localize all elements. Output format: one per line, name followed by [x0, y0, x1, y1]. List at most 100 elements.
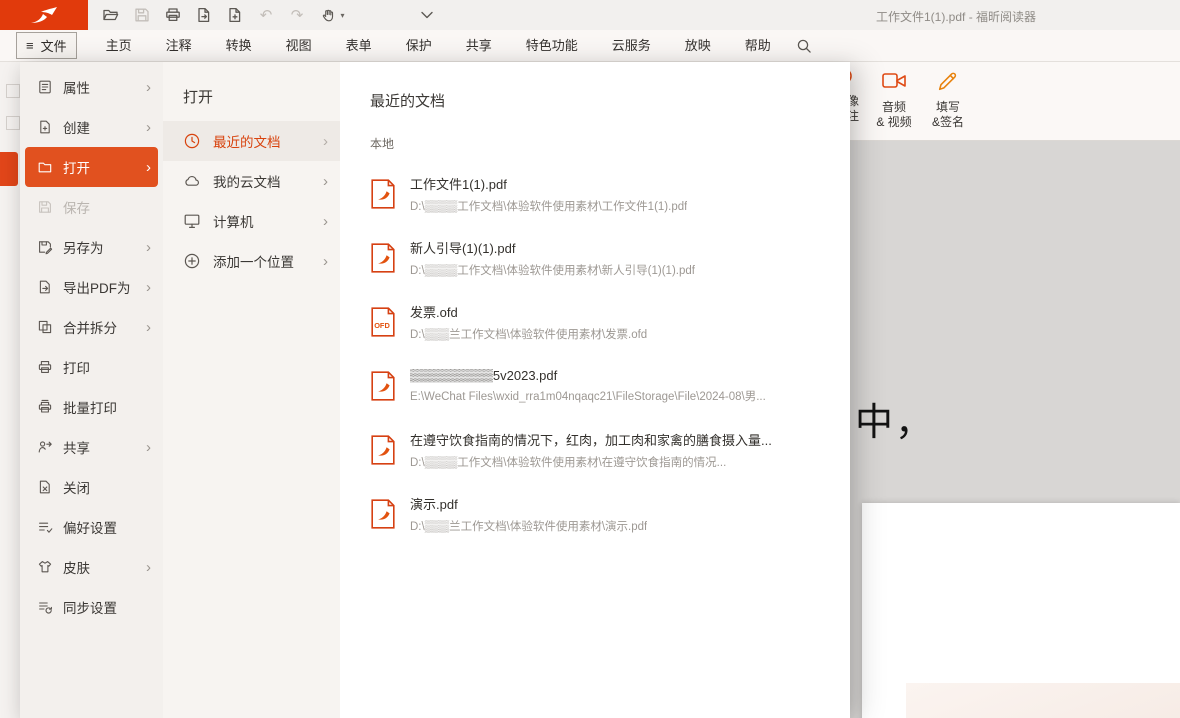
undo-button[interactable]: ↶ — [253, 3, 279, 27]
save-button[interactable] — [129, 3, 155, 27]
sidebar-item-label: 偏好设置 — [63, 517, 117, 537]
export-pdf-icon — [37, 279, 53, 295]
hand-tool-button[interactable]: ▾ — [315, 3, 351, 27]
open-item-recent-documents[interactable]: 最近的文档 › — [163, 121, 340, 161]
search-button[interactable] — [796, 38, 812, 54]
sidebar-item-print[interactable]: 打印 — [25, 347, 158, 387]
file-path: E:\WeChat Files\wxid_rra1m04nqaqc21\File… — [410, 388, 766, 404]
sync-settings-icon — [37, 599, 53, 615]
submenu-arrow-icon: › — [323, 174, 328, 189]
plus-circle-icon — [183, 252, 201, 270]
sidebar-item-combine-split[interactable]: 合并拆分 › — [25, 307, 158, 347]
tab-view[interactable]: 视图 — [269, 31, 329, 61]
search-icon — [796, 38, 812, 54]
collapse-ribbon-button[interactable] — [414, 3, 440, 27]
open-item-computer[interactable]: 计算机 › — [163, 201, 340, 241]
sidebar-item-preferences[interactable]: 偏好设置 — [25, 507, 158, 547]
sidebar-item-label: 打开 — [63, 157, 90, 177]
tab-share[interactable]: 共享 — [449, 31, 509, 61]
skin-icon — [37, 559, 53, 575]
sidebar-item-save-as[interactable]: 另存为 › — [25, 227, 158, 267]
open-file-button[interactable] — [98, 3, 124, 27]
tab-home[interactable]: 主页 — [89, 31, 149, 61]
tab-form[interactable]: 表单 — [329, 31, 389, 61]
sidebar-item-label: 同步设置 — [63, 597, 117, 617]
tab-help[interactable]: 帮助 — [728, 31, 788, 61]
tab-slideshow[interactable]: 放映 — [668, 31, 728, 61]
window-title: 工作文件1(1).pdf - 福昕阅读器 — [876, 8, 1036, 25]
recent-file-row[interactable]: OFD 发票.ofd D:\▒▒▒兰工作文档\体验软件使用素材\发票.ofd — [370, 290, 830, 354]
fill-sign-label-line2: &签名 — [922, 115, 974, 130]
recent-file-row[interactable]: 新人引导(1)(1).pdf D:\▒▒▒▒工作文档\体验软件使用素材\新人引导… — [370, 226, 830, 290]
sidebar-item-open[interactable]: 打开 › — [25, 147, 158, 187]
audio-video-button[interactable]: 音频 & 视频 — [866, 64, 922, 136]
svg-text:OFD: OFD — [374, 321, 390, 330]
sidebar-item-label: 皮肤 — [63, 557, 90, 577]
export-pdf-button[interactable] — [191, 3, 217, 27]
file-name: 发票.ofd — [410, 302, 647, 321]
document-page[interactable] — [862, 503, 1180, 718]
print-icon — [37, 359, 53, 375]
hamburger-icon: ≡ — [26, 38, 34, 53]
foxit-reader-window: ↶ ↷ ▾ 工作文件1(1).pdf - — [0, 0, 1180, 718]
document-image — [906, 683, 1180, 718]
tab-special-features[interactable]: 特色功能 — [509, 31, 595, 61]
sidebar-item-sync-settings[interactable]: 同步设置 — [25, 587, 158, 627]
create-icon — [37, 119, 53, 135]
pencil-icon — [935, 69, 961, 93]
sidebar-item-share[interactable]: 共享 › — [25, 427, 158, 467]
recent-file-row[interactable]: 在遵守饮食指南的情况下，红肉，加工肉和家禽的膳食摄入量... D:\▒▒▒▒工作… — [370, 418, 830, 482]
file-menu-label: 文件 — [41, 36, 67, 55]
sidebar-item-properties[interactable]: 属性 › — [25, 67, 158, 107]
hand-tool-caret-icon: ▾ — [340, 11, 344, 20]
open-item-my-cloud-documents[interactable]: 我的云文档 › — [163, 161, 340, 201]
tab-protect[interactable]: 保护 — [389, 31, 449, 61]
foxit-logo[interactable] — [0, 0, 88, 30]
submenu-arrow-icon: › — [323, 254, 328, 269]
fill-sign-button[interactable]: 填写 &签名 — [922, 64, 974, 136]
sidebar-item-close[interactable]: 关闭 — [25, 467, 158, 507]
tab-comment[interactable]: 注释 — [149, 31, 209, 61]
monitor-icon — [183, 212, 201, 230]
chevron-down-icon — [419, 9, 435, 21]
sidebar-item-label: 导出PDF为 — [63, 277, 131, 297]
redo-icon: ↷ — [291, 6, 304, 24]
submenu-arrow-icon: › — [146, 560, 151, 575]
redo-button[interactable]: ↷ — [284, 3, 310, 27]
submenu-arrow-icon: › — [146, 280, 151, 295]
recent-file-row[interactable]: 演示.pdf D:\▒▒▒兰工作文档\体验软件使用素材\演示.pdf — [370, 482, 830, 546]
pdf-file-icon — [370, 371, 396, 401]
sidebar-item-label: 保存 — [63, 197, 90, 217]
tab-cloud-services[interactable]: 云服务 — [595, 31, 668, 61]
recent-file-row[interactable]: ▒▒▒▒▒▒▒▒▒5v2023.pdf E:\WeChat Files\wxid… — [370, 354, 830, 418]
submenu-arrow-icon: › — [323, 134, 328, 149]
recent-documents-title: 最近的文档 — [370, 90, 830, 111]
menubar: ≡ 文件 主页 注释 转换 视图 表单 保护 共享 特色功能 云服务 放映 帮助 — [0, 30, 1180, 62]
open-item-add-a-place[interactable]: 添加一个位置 › — [163, 241, 340, 281]
create-pdf-button[interactable] — [222, 3, 248, 27]
file-path: D:\▒▒▒兰工作文档\体验软件使用素材\演示.pdf — [410, 518, 647, 534]
file-menu-sidebar: 属性 › 创建 › 打开 › — [20, 62, 163, 718]
combine-split-icon — [37, 319, 53, 335]
recent-file-row[interactable]: 工作文件1(1).pdf D:\▒▒▒▒工作文档\体验软件使用素材\工作文件1(… — [370, 162, 830, 226]
pdf-file-icon — [370, 243, 396, 273]
sidebar-item-label: 创建 — [63, 117, 90, 137]
sidebar-item-create[interactable]: 创建 › — [25, 107, 158, 147]
pdf-file-icon — [370, 499, 396, 529]
sidebar-item-skin[interactable]: 皮肤 › — [25, 547, 158, 587]
open-icon — [37, 159, 53, 175]
sidebar-item-export-pdf[interactable]: 导出PDF为 › — [25, 267, 158, 307]
file-path: D:\▒▒▒▒工作文档\体验软件使用素材\新人引导(1)(1).pdf — [410, 262, 695, 278]
file-name: 工作文件1(1).pdf — [410, 174, 687, 193]
sidebar-item-save[interactable]: 保存 — [25, 187, 158, 227]
file-name: 演示.pdf — [410, 494, 647, 513]
ofd-file-icon: OFD — [370, 307, 396, 337]
left-edge-strip — [0, 62, 20, 718]
submenu-arrow-icon: › — [146, 320, 151, 335]
sidebar-item-label: 合并拆分 — [63, 317, 117, 337]
sidebar-item-batch-print[interactable]: 批量打印 — [25, 387, 158, 427]
tab-convert[interactable]: 转换 — [209, 31, 269, 61]
file-menu-button[interactable]: ≡ 文件 — [16, 32, 77, 59]
print-button[interactable] — [160, 3, 186, 27]
open-item-label: 添加一个位置 — [213, 251, 294, 271]
